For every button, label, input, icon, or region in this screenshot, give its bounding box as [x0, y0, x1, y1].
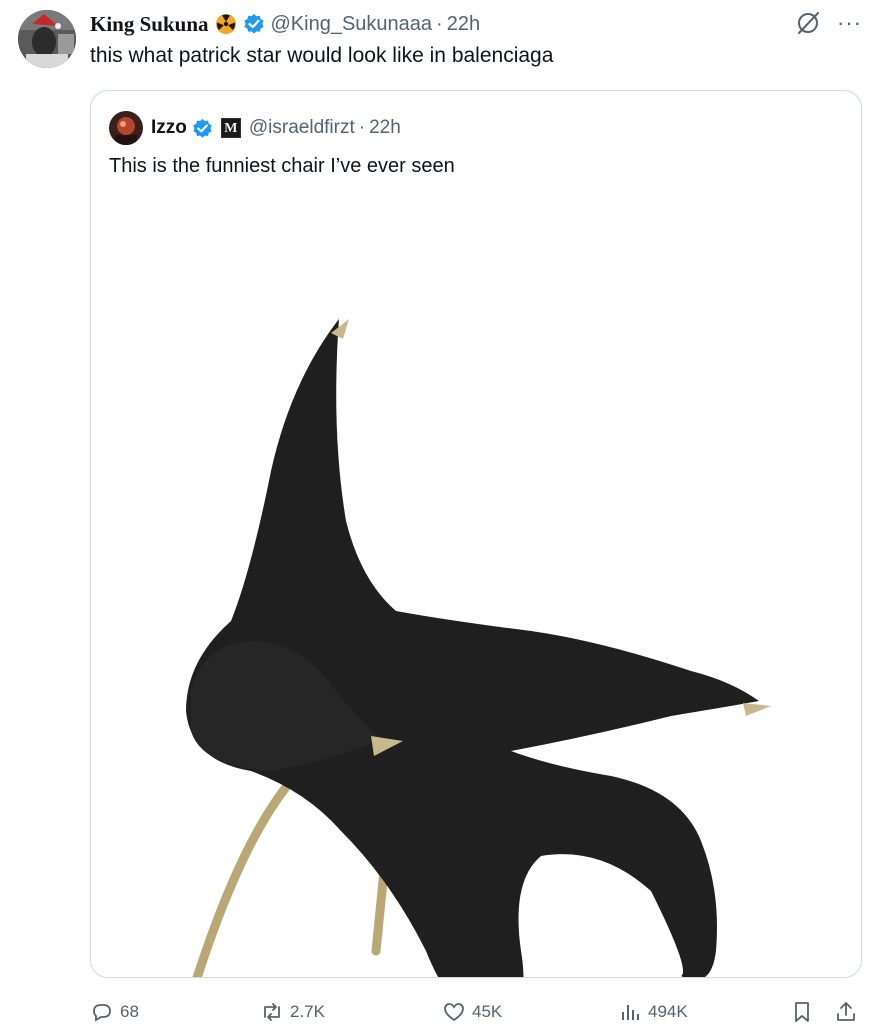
bookmark-button[interactable]: [790, 996, 820, 1028]
views-icon: [622, 1005, 639, 1020]
like-button[interactable]: 45K: [442, 996, 502, 1028]
views-count: 494K: [648, 1002, 688, 1021]
reply-count: 68: [120, 1002, 139, 1021]
like-count: 45K: [472, 1002, 503, 1021]
quoted-tweet-text: This is the funniest chair I’ve ever see…: [109, 155, 455, 177]
avatar-image: [18, 10, 76, 68]
reply-icon: [93, 1004, 111, 1022]
quoted-verified-badge-icon[interactable]: [192, 118, 213, 139]
more-options-button[interactable]: ···: [837, 8, 862, 38]
quoted-tweet[interactable]: Izzo M @israeldfirzt · 22h This is the f…: [90, 90, 862, 978]
quoted-author-name[interactable]: Izzo: [151, 117, 187, 139]
quoted-author-handle[interactable]: @israeldfirzt: [249, 117, 355, 139]
verified-badge-icon[interactable]: [243, 13, 265, 35]
tweet-header: King Sukuna @King_Sukunaaa · 22h: [90, 10, 480, 38]
tweet: King Sukuna @King_Sukunaaa · 22h ··· thi…: [0, 0, 880, 1036]
repost-count: 2.7K: [290, 1002, 325, 1021]
repost-button[interactable]: 2.7K: [260, 996, 325, 1028]
grok-icon[interactable]: [793, 8, 823, 38]
repost-icon: [264, 1003, 280, 1021]
author-handle[interactable]: @King_Sukunaaa: [271, 13, 433, 36]
quoted-author-avatar[interactable]: [109, 111, 143, 145]
tweet-actions: 68 2.7K 45K 494K: [90, 996, 866, 1028]
heart-icon: [444, 1003, 464, 1022]
views-button[interactable]: 494K: [618, 996, 688, 1028]
bookmark-icon: [795, 1002, 809, 1022]
share-icon: [837, 1002, 855, 1021]
author-avatar[interactable]: [18, 10, 76, 68]
quoted-tweet-header: Izzo M @israeldfirzt · 22h: [109, 111, 401, 145]
quoted-tweet-image[interactable]: [91, 191, 862, 978]
affiliate-badge-icon[interactable]: M: [220, 118, 241, 138]
tweet-top-actions: ···: [793, 8, 862, 38]
radioactive-emoji-icon: [215, 14, 236, 34]
tweet-text: this what patrick star would look like i…: [90, 44, 554, 67]
quoted-tweet-time[interactable]: 22h: [369, 117, 401, 139]
author-name[interactable]: King Sukuna: [90, 12, 209, 37]
tweet-time[interactable]: 22h: [447, 13, 480, 36]
quoted-avatar-image: [109, 111, 143, 145]
share-button[interactable]: [834, 996, 864, 1028]
quoted-separator: ·: [358, 117, 366, 138]
reply-button[interactable]: 68: [90, 996, 139, 1028]
separator: ·: [436, 12, 443, 35]
